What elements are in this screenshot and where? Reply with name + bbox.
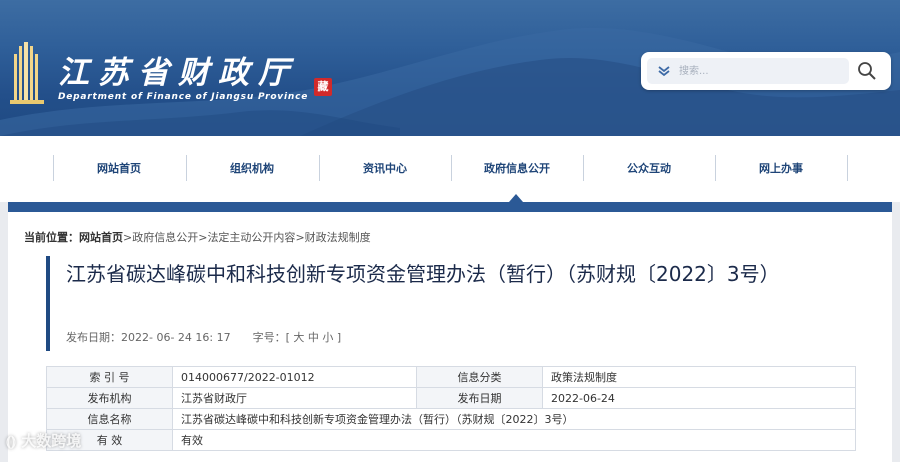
table-row: 发布机构 江苏省财政厅 发布日期 2022-06-24 xyxy=(46,387,856,409)
info-name-label: 信息名称 xyxy=(46,408,173,430)
breadcrumb: 当前位置：网站首页>政府信息公开>法定主动公开内容>财政法规制度 xyxy=(24,229,371,245)
breadcrumb-link-gov-info[interactable]: 政府信息公开 xyxy=(132,231,198,244)
active-nav-pointer xyxy=(509,194,523,202)
nav-separator xyxy=(847,155,848,181)
building-logo-icon xyxy=(10,42,44,104)
breadcrumb-separator: > xyxy=(123,231,133,244)
search-icon[interactable] xyxy=(855,60,879,82)
validity-value: 有效 xyxy=(172,429,856,451)
index-number-label: 索 引 号 xyxy=(46,366,173,388)
publish-date-table-label: 发布日期 xyxy=(416,387,543,409)
publisher-value: 江苏省财政厅 xyxy=(172,387,417,409)
breadcrumb-home-link[interactable]: 网站首页 xyxy=(79,231,123,244)
nav-item-online-service[interactable]: 网上办事 xyxy=(716,158,846,180)
font-size-small-link[interactable]: 小 xyxy=(322,331,333,344)
breadcrumb-label: 当前位置： xyxy=(24,231,79,244)
nav-item-interaction[interactable]: 公众互动 xyxy=(584,158,714,180)
watermark: ⦅⦆ 大数跨境 xyxy=(6,430,81,451)
font-size-label: 字号： xyxy=(252,331,286,344)
info-table: 索 引 号 014000677/2022-01012 信息分类 政策法规制度 发… xyxy=(46,366,856,451)
info-name-value: 江苏省碳达峰碳中和科技创新专项资金管理办法（暂行）（苏财规〔2022〕3号） xyxy=(172,408,856,430)
main-nav: 网站首页 组织机构 资讯中心 政府信息公开 公众互动 网上办事 xyxy=(0,136,900,202)
title-accent-bar xyxy=(46,256,50,351)
search-input[interactable] xyxy=(679,61,839,81)
index-number-value: 014000677/2022-01012 xyxy=(172,366,417,388)
header-banner: 江苏省财政厅 Department of Finance of Jiangsu … xyxy=(0,0,900,136)
search-box xyxy=(641,52,891,90)
font-size-bracket: ] xyxy=(336,331,342,344)
seal-stamp: 藏 xyxy=(314,78,332,96)
nav-item-organization[interactable]: 组织机构 xyxy=(187,158,317,180)
nav-item-news[interactable]: 资讯中心 xyxy=(320,158,450,180)
font-size-controls: [ 大 中 小 ] xyxy=(286,331,342,344)
info-category-value: 政策法规制度 xyxy=(542,366,856,388)
breadcrumb-link-regulations[interactable]: 财政法规制度 xyxy=(305,231,371,244)
publish-date: 2022- 06- 24 16: 17 xyxy=(121,331,231,344)
nav-item-gov-info[interactable]: 政府信息公开 xyxy=(452,158,582,180)
site-subtitle: Department of Finance of Jiangsu Provinc… xyxy=(58,92,309,102)
info-category-label: 信息分类 xyxy=(416,366,543,388)
main-content: 当前位置：网站首页>政府信息公开>法定主动公开内容>财政法规制度 江苏省碳达峰碳… xyxy=(8,212,892,462)
site-title: 江苏省财政厅 xyxy=(58,55,298,91)
search-field-wrapper xyxy=(647,58,849,84)
publish-date-label: 发布日期： xyxy=(66,331,121,344)
table-row: 有 效 有效 xyxy=(46,429,856,451)
watermark-logo-icon: ⦅⦆ xyxy=(6,432,16,450)
article-meta: 发布日期：2022- 06- 24 16: 17 字号：[ 大 中 小 ] xyxy=(66,329,341,345)
font-size-bracket: [ xyxy=(285,331,290,344)
chevron-double-down-icon[interactable] xyxy=(657,64,671,78)
article-title: 江苏省碳达峰碳中和科技创新专项资金管理办法（暂行）（苏财规〔2022〕3号） xyxy=(66,262,780,286)
font-size-large-link[interactable]: 大 xyxy=(293,331,304,344)
nav-underline-bar xyxy=(8,202,892,212)
table-row: 信息名称 江苏省碳达峰碳中和科技创新专项资金管理办法（暂行）（苏财规〔2022〕… xyxy=(46,408,856,430)
table-row: 索 引 号 014000677/2022-01012 信息分类 政策法规制度 xyxy=(46,366,856,388)
breadcrumb-separator: > xyxy=(295,231,305,244)
publisher-label: 发布机构 xyxy=(46,387,173,409)
breadcrumb-link-statutory[interactable]: 法定主动公开内容 xyxy=(207,231,295,244)
publish-date-table-value: 2022-06-24 xyxy=(542,387,856,409)
nav-item-home[interactable]: 网站首页 xyxy=(54,158,184,180)
font-size-medium-link[interactable]: 中 xyxy=(308,331,319,344)
watermark-text: 大数跨境 xyxy=(21,432,82,450)
